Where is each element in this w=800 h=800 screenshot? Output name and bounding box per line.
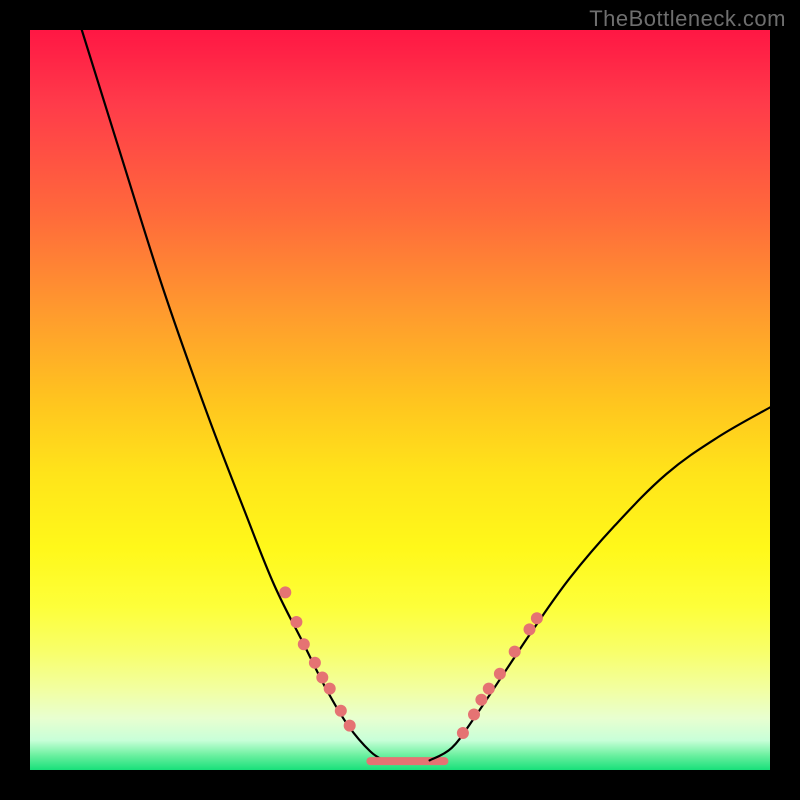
marker-left-markers — [279, 586, 291, 598]
marker-left-markers — [309, 657, 321, 669]
marker-right-markers — [475, 694, 487, 706]
marker-right-markers — [531, 612, 543, 624]
marker-right-markers — [457, 727, 469, 739]
marker-left-markers — [344, 720, 356, 732]
plot-area — [30, 30, 770, 770]
marker-right-markers — [494, 668, 506, 680]
series-right-branch — [430, 407, 770, 760]
watermark-text: TheBottleneck.com — [589, 6, 786, 32]
marker-left-markers — [335, 705, 347, 717]
marker-left-markers — [316, 672, 328, 684]
marker-left-markers — [298, 638, 310, 650]
marker-right-markers — [483, 683, 495, 695]
chart-stage: TheBottleneck.com — [0, 0, 800, 800]
chart-svg — [30, 30, 770, 770]
marker-right-markers — [468, 709, 480, 721]
marker-right-markers — [524, 623, 536, 635]
series-left-branch — [82, 30, 385, 761]
marker-right-markers — [509, 646, 521, 658]
marker-left-markers — [324, 683, 336, 695]
marker-left-markers — [290, 616, 302, 628]
